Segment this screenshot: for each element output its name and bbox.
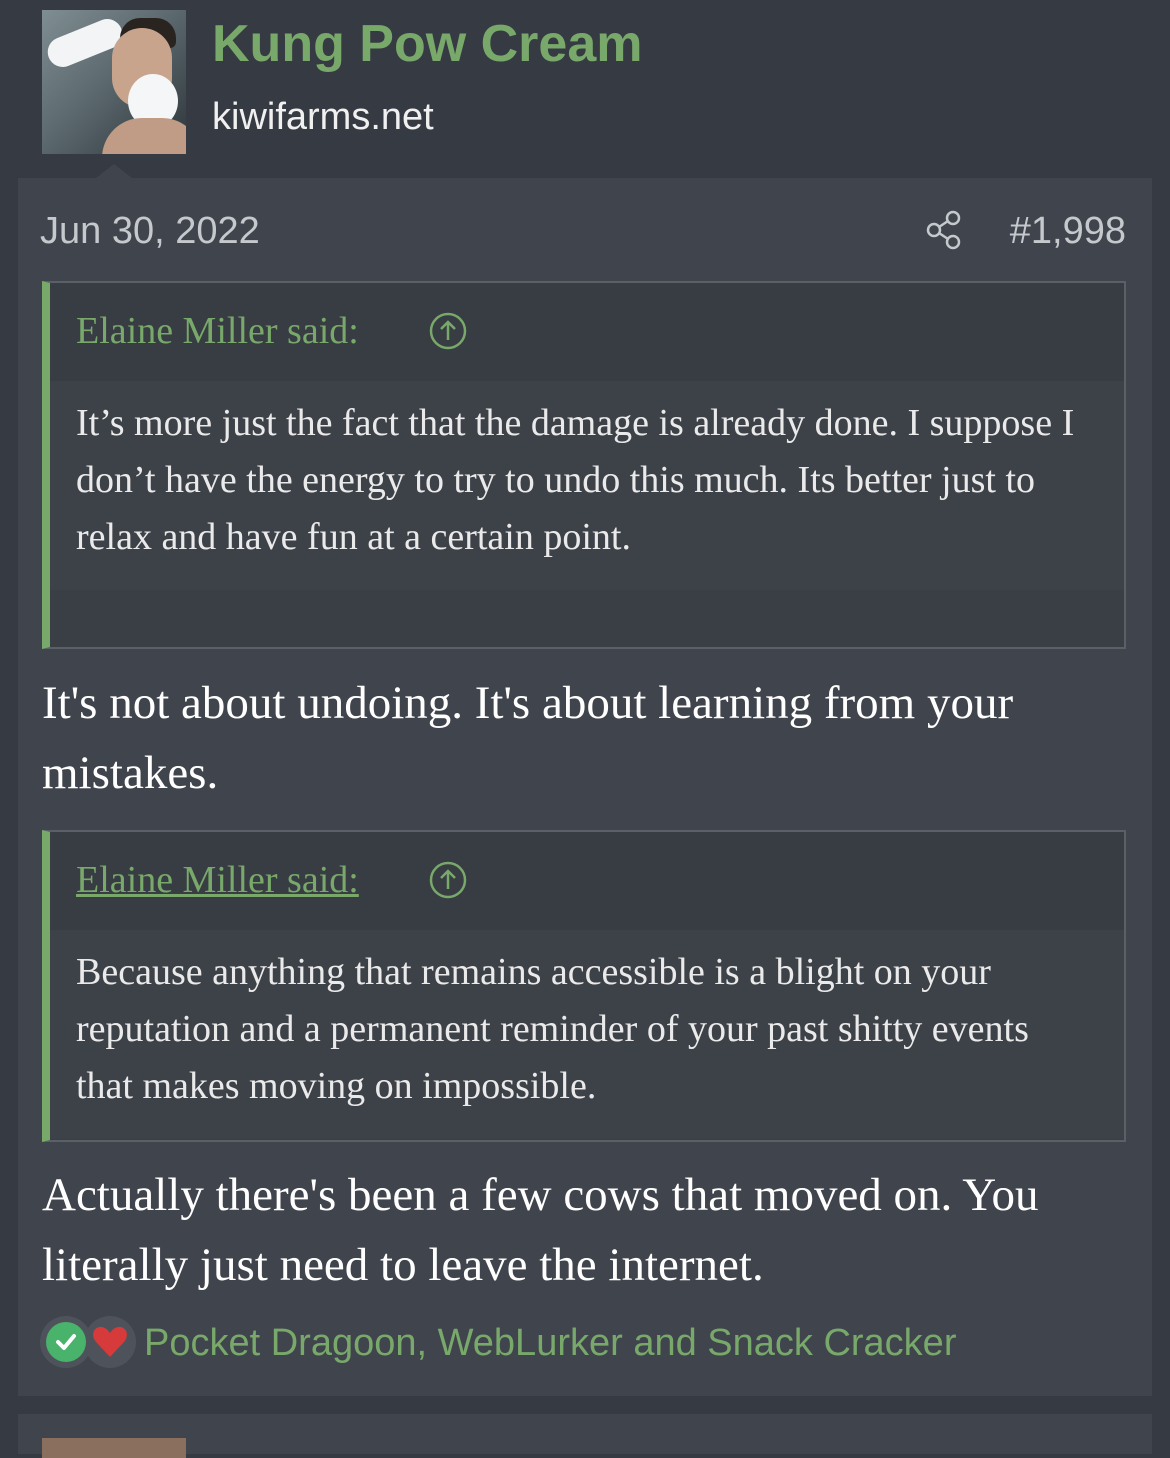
quote-text: Because anything that remains accessible… [50,930,1124,1139]
quote-block-2: Elaine Miller said: Because anything tha… [42,830,1126,1142]
next-post-container [18,1414,1152,1454]
share-icon[interactable] [924,210,964,250]
post-date[interactable]: Jun 30, 2022 [40,210,260,253]
quote-block-1: Elaine Miller said: It’s more just the f… [42,281,1126,649]
quote-text: It’s more just the fact that the damage … [50,381,1124,590]
post-number-link[interactable]: #1,998 [1010,210,1126,253]
header-pointer [96,164,132,178]
quote-header: Elaine Miller said: [50,283,1124,381]
author-avatar[interactable] [42,10,186,154]
reply-text-1: It's not about undoing. It's about learn… [42,677,1014,799]
author-username[interactable]: Kung Pow Cream [212,14,643,74]
jump-to-quote-icon[interactable] [428,860,468,900]
quote-attribution-link[interactable]: Elaine Miller said: [76,309,359,353]
quote-attribution-link[interactable]: Elaine Miller said: [76,858,359,902]
jump-to-quote-icon[interactable] [428,311,468,351]
reply-text-2: Actually there's been a few cows that mo… [42,1169,1039,1291]
reaction-users-link[interactable]: Pocket Dragoon, WebLurker and Snack Crac… [144,1322,956,1365]
check-reaction-icon [40,1316,92,1368]
next-post-avatar[interactable] [42,1438,186,1458]
author-site: kiwifarms.net [212,96,434,138]
quote-header: Elaine Miller said: [50,832,1124,930]
